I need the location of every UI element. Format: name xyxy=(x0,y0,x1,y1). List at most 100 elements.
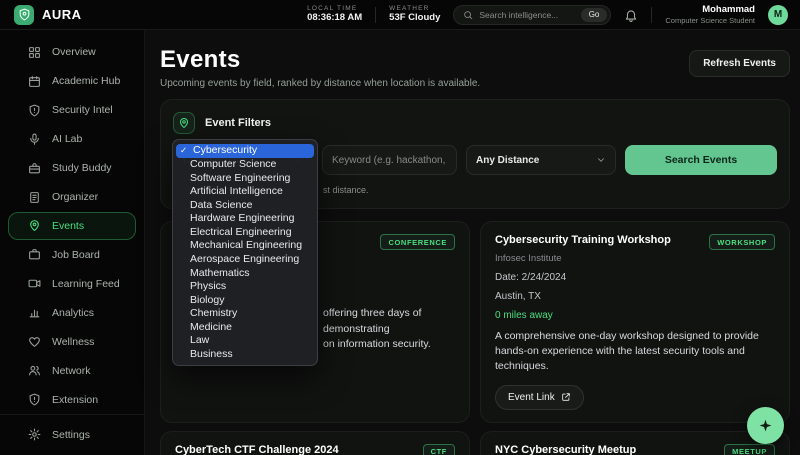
sidebar-item-analytics[interactable]: Analytics xyxy=(8,298,136,327)
user-role: Computer Science Student xyxy=(665,15,755,25)
dropdown-option[interactable]: Data Science xyxy=(173,198,317,212)
distance-select-value: Any Distance xyxy=(476,154,540,166)
sidebar-item-events[interactable]: Events xyxy=(8,211,136,241)
weather-value: 53F Cloudy xyxy=(389,11,441,23)
page-title: Events xyxy=(160,46,241,73)
event-card-ctf: CyberTech CTF Challenge 2024 CTF CyberTe… xyxy=(160,430,470,455)
dropdown-option[interactable]: Medicine xyxy=(173,321,317,335)
go-button[interactable]: Go xyxy=(580,7,608,22)
sidebar-item-network[interactable]: Network xyxy=(8,356,136,385)
shield-alert-icon xyxy=(28,104,41,117)
event-location: Austin, TX xyxy=(495,291,541,302)
dropdown-option[interactable]: Computer Science xyxy=(173,158,317,172)
dropdown-option-label: Law xyxy=(190,334,210,347)
users-icon xyxy=(28,364,41,377)
ai-assistant-fab[interactable] xyxy=(747,407,784,444)
event-card-meetup: NYC Cybersecurity Meetup MEETUP NYC Cybe… xyxy=(480,430,790,455)
event-title: Cybersecurity Training Workshop xyxy=(495,234,671,246)
sidebar-item-label: Overview xyxy=(52,46,96,59)
map-pin-icon xyxy=(173,112,195,134)
sidebar-item-study-buddy[interactable]: Study Buddy xyxy=(8,154,136,183)
dropdown-option-label: Mathematics xyxy=(190,266,250,279)
sidebar-item-label: Organizer xyxy=(52,191,99,204)
dropdown-option[interactable]: Law xyxy=(173,334,317,348)
dropdown-option[interactable]: Mechanical Engineering xyxy=(173,239,317,253)
bar-chart-icon xyxy=(28,306,41,319)
sidebar-item-academic-hub[interactable]: Academic Hub xyxy=(8,67,136,96)
local-time-block: LOCAL TIME 08:36:18 AM xyxy=(307,5,362,23)
sidebar-divider: Settings xyxy=(0,414,144,449)
event-date: Date: 2/24/2024 xyxy=(495,272,567,283)
search-events-button[interactable]: Search Events xyxy=(625,145,777,175)
dropdown-option-label: Physics xyxy=(190,280,227,293)
event-card-workshop: Cybersecurity Training Workshop WORKSHOP… xyxy=(480,221,790,423)
dropdown-option[interactable]: Business xyxy=(173,348,317,362)
dropdown-option[interactable]: Mathematics xyxy=(173,266,317,280)
sparkle-icon xyxy=(759,419,772,432)
dropdown-option-label: Business xyxy=(190,348,233,361)
dropdown-option-label: Electrical Engineering xyxy=(190,225,292,238)
sidebar-item-label: AI Lab xyxy=(52,133,83,146)
shield-icon xyxy=(14,4,34,25)
refresh-events-button[interactable]: Refresh Events xyxy=(689,50,790,77)
event-distance: 0 miles away xyxy=(495,310,553,321)
sidebar-item-job-board[interactable]: Job Board xyxy=(8,240,136,269)
external-link-icon xyxy=(561,393,570,401)
video-icon xyxy=(28,277,41,290)
sidebar-item-ai-lab[interactable]: AI Lab xyxy=(8,125,136,154)
sidebar-item-extension[interactable]: Extension xyxy=(8,385,136,414)
sidebar-item-label: Events xyxy=(52,219,85,232)
avatar[interactable]: M xyxy=(768,4,788,25)
sidebar-item-label: Extension xyxy=(52,393,99,406)
keyword-input[interactable] xyxy=(322,145,457,175)
event-type-badge: WORKSHOP xyxy=(709,234,775,250)
dropdown-option-label: Data Science xyxy=(190,198,253,211)
sidebar-item-label: Wellness xyxy=(52,335,95,348)
sidebar-item-organizer[interactable]: Organizer xyxy=(8,183,136,212)
dropdown-option[interactable]: Artificial Intelligence xyxy=(173,185,317,199)
sidebar-item-label: Learning Feed xyxy=(52,277,120,290)
event-type-badge: MEETUP xyxy=(724,443,775,455)
dropdown-option[interactable]: Aerospace Engineering xyxy=(173,253,317,267)
dropdown-option-label: Chemistry xyxy=(190,307,238,320)
check-icon: ✓ xyxy=(180,145,188,156)
dropdown-option-label: Mechanical Engineering xyxy=(190,239,303,252)
dropdown-option[interactable]: Electrical Engineering xyxy=(173,225,317,239)
sidebar-item-overview[interactable]: Overview xyxy=(8,38,136,67)
dropdown-option[interactable]: Hardware Engineering xyxy=(173,212,317,226)
header-divider xyxy=(375,6,377,23)
sidebar-item-security-intel[interactable]: Security Intel xyxy=(8,96,136,125)
sidebar-item-learning-feed[interactable]: Learning Feed xyxy=(8,269,136,298)
dropdown-option-label: Cybersecurity xyxy=(193,144,258,157)
distance-select[interactable]: Any Distance xyxy=(466,145,616,175)
sidebar-item-wellness[interactable]: Wellness xyxy=(8,327,136,356)
briefcase-icon xyxy=(28,248,41,261)
search-icon xyxy=(463,10,473,20)
dropdown-option[interactable]: Software Engineering xyxy=(173,171,317,185)
dropdown-option[interactable]: Biology xyxy=(173,293,317,307)
dropdown-option[interactable]: Chemistry xyxy=(173,307,317,321)
sidebar-item-settings[interactable]: Settings xyxy=(8,420,136,449)
event-type-badge: CONFERENCE xyxy=(380,234,455,250)
user-info: Mohammad Computer Science Student xyxy=(665,4,755,24)
dropdown-option-label: Software Engineering xyxy=(190,171,291,184)
document-icon xyxy=(28,191,41,204)
sidebar-item-label: Network xyxy=(52,364,91,377)
shield-alert-icon xyxy=(28,393,41,406)
event-link-button[interactable]: Event Link xyxy=(495,384,584,410)
grid-icon xyxy=(28,46,41,59)
dropdown-option[interactable]: Physics xyxy=(173,280,317,294)
lunchbox-icon xyxy=(28,162,41,175)
local-time-value: 08:36:18 AM xyxy=(307,11,363,23)
dropdown-option-selected[interactable]: ✓ Cybersecurity xyxy=(176,144,314,158)
heart-icon xyxy=(28,335,41,348)
app-window: AURA LOCAL TIME 08:36:18 AM WEATHER 53F … xyxy=(0,0,800,455)
sidebar-item-label: Academic Hub xyxy=(52,75,121,88)
search-input[interactable] xyxy=(479,9,575,20)
sidebar-item-label: Study Buddy xyxy=(52,162,112,175)
global-search[interactable]: Go xyxy=(453,4,612,25)
dropdown-option-label: Artificial Intelligence xyxy=(190,185,283,198)
event-description: A comprehensive one-day workshop designe… xyxy=(495,330,759,373)
sidebar-item-label: Settings xyxy=(52,428,90,441)
notifications-button[interactable] xyxy=(624,8,638,22)
